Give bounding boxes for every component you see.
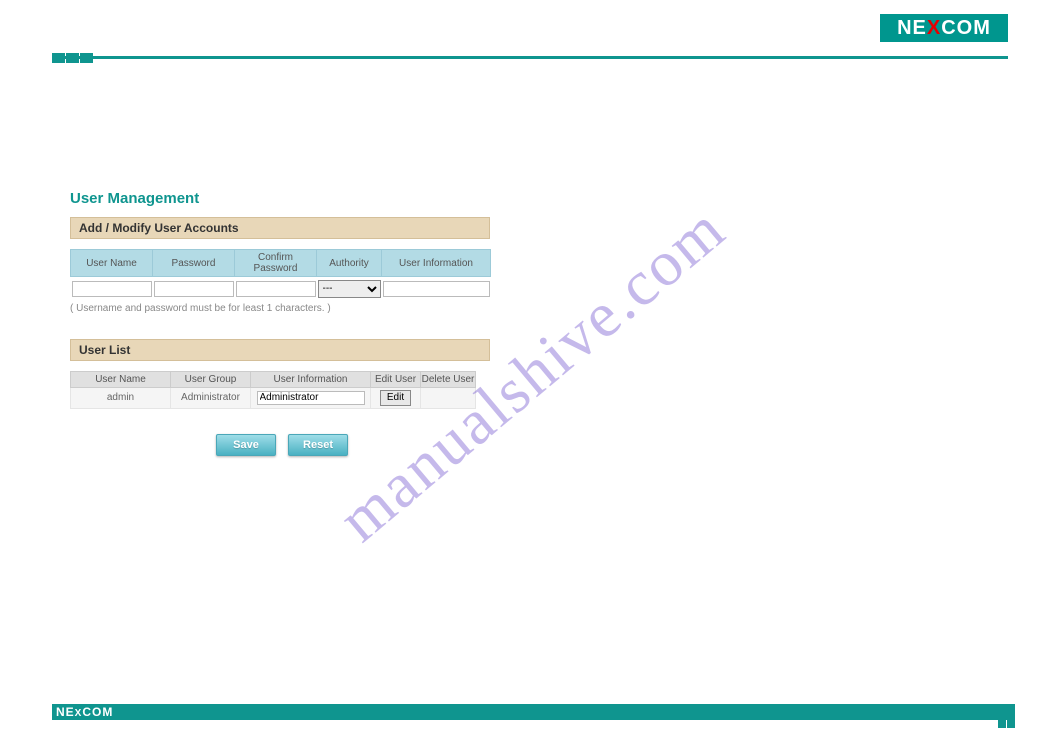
add-modify-table: User Name Password Confirm Password Auth…: [70, 249, 491, 299]
reset-button[interactable]: Reset: [288, 434, 348, 456]
header-authority: Authority: [317, 250, 382, 277]
header-password: Password: [153, 250, 235, 277]
header-userinfo: User Information: [382, 250, 491, 277]
authority-select[interactable]: ---: [318, 280, 381, 298]
footer-squares: [998, 711, 1015, 728]
header-divider: [52, 56, 1008, 59]
list-header-group: User Group: [171, 371, 251, 387]
button-row: Save Reset: [216, 434, 1008, 456]
username-input[interactable]: [72, 281, 152, 297]
edit-user-button[interactable]: Edit: [380, 390, 411, 406]
form-hint: ( Username and password must be for leas…: [70, 303, 1008, 314]
header-confirm: Confirm Password: [235, 250, 317, 277]
password-input[interactable]: [154, 281, 234, 297]
cell-info-input[interactable]: [257, 391, 365, 405]
cell-delete: [421, 387, 476, 408]
header: NEXCOM: [0, 0, 1063, 62]
footer-logo: NEXCOM: [56, 705, 113, 719]
list-header-delete: Delete User: [421, 371, 476, 387]
header-username: User Name: [71, 250, 153, 277]
table-row: admin Administrator Edit: [71, 387, 476, 408]
user-list-table: User Name User Group User Information Ed…: [70, 371, 476, 409]
list-header-username: User Name: [71, 371, 171, 387]
confirm-password-input[interactable]: [236, 281, 316, 297]
section-user-list: User List: [70, 339, 490, 361]
section-add-modify: Add / Modify User Accounts: [70, 217, 490, 239]
cell-username: admin: [71, 387, 171, 408]
cell-group: Administrator: [171, 387, 251, 408]
userinfo-input[interactable]: [383, 281, 490, 297]
page-title: User Management: [70, 190, 1008, 207]
brand-logo: NEXCOM: [880, 14, 1008, 42]
list-header-edit: Edit User: [371, 371, 421, 387]
footer: NEXCOM: [52, 704, 1015, 720]
content-area: User Management Add / Modify User Accoun…: [70, 80, 1008, 688]
list-header-info: User Information: [251, 371, 371, 387]
save-button[interactable]: Save: [216, 434, 276, 456]
